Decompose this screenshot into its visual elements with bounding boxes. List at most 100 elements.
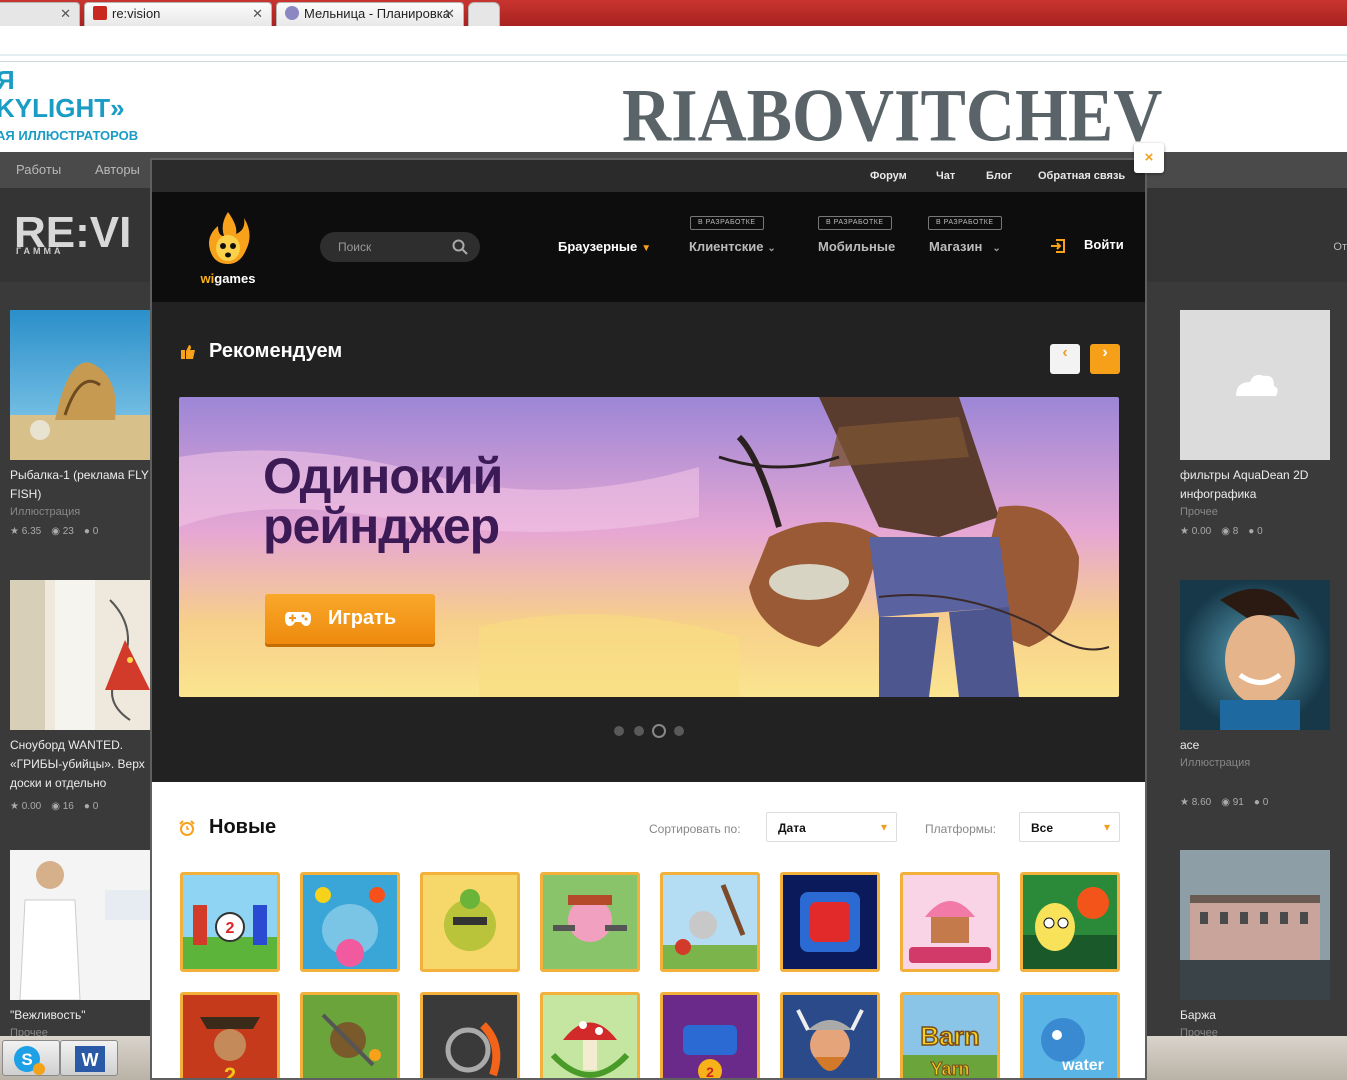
site-banner: Я KYLIGHT» АЯ ИЛЛЮСТРАТОРОВ RIABOVITCHEV [0, 62, 1347, 152]
card-stats: ★ 0.00 ◉ 8 ● 0 [1180, 526, 1263, 537]
card-thumbnail[interactable] [1180, 310, 1330, 460]
play-button[interactable]: Играть [265, 594, 435, 644]
game-tile-cowboys[interactable]: 2 [180, 992, 280, 1080]
card-thumbnail[interactable] [1180, 580, 1330, 730]
gallery-card[interactable]: Рыбалка-1 (реклама FLY FISH) Иллюстрация… [10, 310, 160, 537]
site-logo-sub: ГАММА [16, 246, 64, 256]
browser-tab-bar: ✕ re:vision ✕ Мельница - Планировка ✕ [0, 0, 1347, 26]
flame-logo-icon [209, 212, 250, 264]
card-category: Прочее [1180, 506, 1218, 518]
browser-tab-melnitsa[interactable]: Мельница - Планировка ✕ [276, 2, 464, 26]
sort-select[interactable]: Дата ▾ [766, 812, 897, 842]
login-button[interactable]: Войти [1084, 237, 1124, 252]
browser-tab-revision[interactable]: re:vision ✕ [84, 2, 272, 26]
carousel-prev-button[interactable]: ‹ [1050, 344, 1080, 374]
carousel-dot[interactable] [634, 726, 644, 736]
svg-text:W: W [82, 1050, 99, 1070]
card-thumbnail[interactable] [10, 580, 160, 730]
svg-text:Barn: Barn [920, 1021, 979, 1051]
game-tile-soldier[interactable] [300, 992, 400, 1078]
game-tile-barn-yarn[interactable]: Barn Yarn [900, 992, 1000, 1079]
hero-banner[interactable]: Одинокий рейнджер Играть [179, 397, 1119, 697]
game-tile-water-knight[interactable]: water [1020, 992, 1120, 1078]
card-thumbnail[interactable] [1180, 850, 1330, 1000]
banner-title: RIABOVITCHEV [622, 73, 1163, 152]
svg-text:Yarn: Yarn [930, 1059, 969, 1079]
search-placeholder: Поиск [338, 240, 372, 254]
game-tile-pig-gunner[interactable] [540, 872, 640, 972]
wigames-logo[interactable]: wigames [196, 208, 260, 286]
nav-works[interactable]: Работы [16, 162, 61, 177]
nav-authors[interactable]: Авторы [95, 162, 140, 177]
game-tile-viking[interactable] [780, 992, 880, 1078]
tab-close-icon[interactable]: ✕ [444, 3, 455, 25]
game-tile-egg-fire[interactable] [1020, 872, 1120, 972]
chevron-down-icon: ⌄ [767, 243, 776, 254]
game-tile-knights[interactable] [660, 872, 760, 972]
skype-taskbar-button[interactable]: S [2, 1040, 60, 1076]
tab-label: re:vision [112, 6, 161, 21]
game-tile-soccer[interactable]: 2 [180, 872, 280, 972]
game-tile-mushroom[interactable] [540, 992, 640, 1078]
login-icon[interactable] [1050, 238, 1066, 254]
game-tile-red-button[interactable] [780, 872, 880, 972]
card-title[interactable]: Сноуборд WANTED. «ГРИБЫ-убийцы». Верх до… [10, 736, 160, 793]
section-title: Рекомендуем [209, 340, 343, 362]
chevron-down-icon: ▾ [880, 820, 887, 834]
search-icon[interactable] [452, 239, 468, 255]
nav-client-games[interactable]: Клиентские ⌄ [689, 239, 776, 254]
site-header: wigames Поиск Браузерные ▼ В РАЗРАБОТКЕ К… [152, 192, 1145, 302]
nav-browser-games[interactable]: Браузерные ▼ [558, 239, 651, 254]
gallery-card[interactable]: Баржа Прочее [1180, 850, 1330, 1039]
platform-label: Платформы: [925, 822, 996, 836]
nav-mobile-games[interactable]: Мобильные [818, 239, 895, 254]
carousel-next-button[interactable]: › [1090, 344, 1120, 374]
site-right-link[interactable]: От [1333, 241, 1347, 253]
thumbs-up-icon [181, 345, 195, 359]
game-tile-moto-fire[interactable] [420, 992, 520, 1078]
chevron-down-icon: ▾ [1103, 820, 1110, 834]
link-forum[interactable]: Форум [870, 170, 907, 182]
game-tile-onion[interactable] [420, 872, 520, 972]
card-title[interactable]: Баржа [1180, 1006, 1330, 1025]
card-title[interactable]: ace [1180, 736, 1330, 755]
game-tile-elephant[interactable] [300, 872, 400, 972]
gallery-card[interactable]: "Вежливость" Прочее [10, 850, 160, 1039]
chevron-down-icon: ▼ [641, 243, 652, 254]
card-title[interactable]: фильтры AquaDean 2D инфографика [1180, 466, 1330, 504]
game-tile-cupcakeria[interactable] [900, 872, 1000, 972]
browser-tab-1[interactable]: ✕ [0, 2, 80, 26]
tab-label: Мельница - Планировка [304, 6, 450, 21]
card-thumbnail[interactable] [10, 850, 160, 1000]
game-tile-racing[interactable]: 2 [660, 992, 760, 1080]
card-title[interactable]: Рыбалка-1 (реклама FLY FISH) [10, 466, 160, 504]
carousel-dot-active[interactable] [652, 724, 666, 738]
carousel-dot[interactable] [674, 726, 684, 736]
word-taskbar-button[interactable]: W [60, 1040, 118, 1076]
svg-text:2: 2 [224, 1063, 236, 1080]
alarm-clock-icon [179, 820, 195, 836]
modal-close-button[interactable]: × [1134, 143, 1164, 173]
search-input[interactable]: Поиск [320, 232, 480, 262]
new-tab-button[interactable] [468, 2, 500, 26]
gallery-card[interactable]: Сноуборд WANTED. «ГРИБЫ-убийцы». Верх до… [10, 580, 160, 812]
card-category: Иллюстрация [10, 506, 81, 518]
revision-favicon-icon [93, 6, 107, 20]
svg-text:2: 2 [706, 1064, 714, 1080]
card-title[interactable]: "Вежливость" [10, 1006, 160, 1025]
nav-shop[interactable]: Магазин ⌄ [929, 239, 1001, 254]
section-title: Новые [209, 816, 277, 838]
gamepad-icon [285, 612, 311, 626]
link-chat[interactable]: Чат [936, 170, 955, 182]
tab-close-icon[interactable]: ✕ [60, 3, 71, 25]
in-development-badge: В РАЗРАБОТКЕ [818, 216, 892, 230]
gallery-card[interactable]: ace Иллюстрация ★ 8.60 ◉ 91 ● 0 [1180, 580, 1330, 808]
platform-select[interactable]: Все ▾ [1019, 812, 1120, 842]
link-feedback[interactable]: Обратная связь [1038, 170, 1125, 182]
in-development-badge: В РАЗРАБОТКЕ [928, 216, 1002, 230]
card-thumbnail[interactable] [10, 310, 160, 460]
gallery-card[interactable]: фильтры AquaDean 2D инфографика Прочее ★… [1180, 310, 1330, 537]
tab-close-icon[interactable]: ✕ [252, 3, 263, 25]
carousel-dot[interactable] [614, 726, 624, 736]
link-blog[interactable]: Блог [986, 170, 1012, 182]
